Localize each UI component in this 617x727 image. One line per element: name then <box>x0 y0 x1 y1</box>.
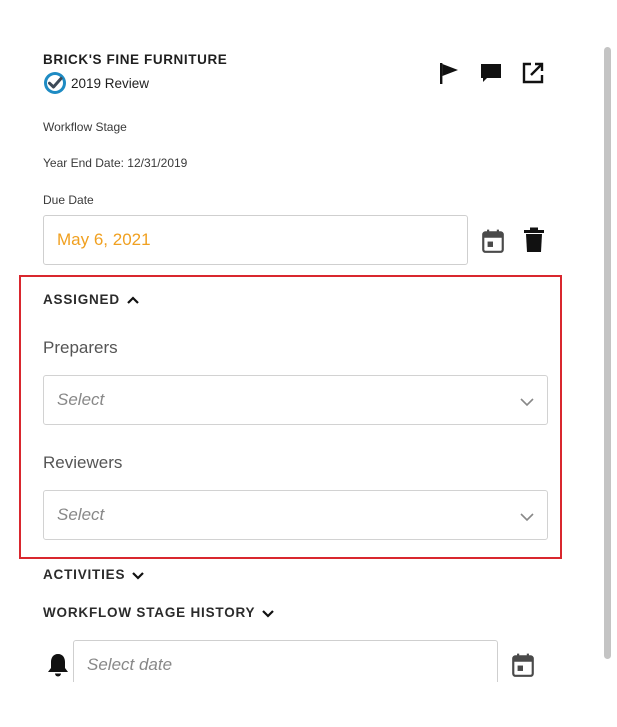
assigned-heading: ASSIGNED <box>43 292 120 307</box>
calendar-icon[interactable] <box>510 652 536 678</box>
engagement-details-panel: BRICK'S FINE FURNITURE 2019 Review Workf… <box>0 0 617 727</box>
activities-toggle[interactable]: ACTIVITIES <box>43 567 145 582</box>
company-name: BRICK'S FINE FURNITURE <box>43 52 228 67</box>
check-badge-icon <box>44 72 66 94</box>
chevron-down-icon <box>262 609 275 618</box>
bell-icon[interactable] <box>46 652 70 678</box>
workflow-history-toggle[interactable]: WORKFLOW STAGE HISTORY <box>43 605 275 620</box>
trash-icon[interactable] <box>522 227 546 253</box>
review-label: 2019 Review <box>71 75 150 91</box>
chevron-down-icon <box>520 398 534 407</box>
assigned-toggle[interactable]: ASSIGNED <box>43 292 140 307</box>
chevron-up-icon <box>127 295 139 304</box>
due-date-value: May 6, 2021 <box>57 230 151 249</box>
preparers-select[interactable]: Select <box>43 375 548 425</box>
chevron-down-icon <box>132 571 145 580</box>
calendar-icon[interactable] <box>480 228 506 254</box>
scrollbar-thumb[interactable] <box>604 47 611 659</box>
review-row: 2019 Review <box>43 71 149 95</box>
reviewers-select[interactable]: Select <box>43 490 548 540</box>
reviewers-label: Reviewers <box>43 453 123 472</box>
year-end-date: Year End Date: 12/31/2019 <box>43 156 188 170</box>
flag-icon[interactable] <box>436 60 462 86</box>
activities-heading: ACTIVITIES <box>43 567 126 582</box>
preparers-label: Preparers <box>43 338 118 357</box>
reminder-date-placeholder: Select date <box>87 655 173 674</box>
due-date-label: Due Date <box>43 193 94 207</box>
due-date-input[interactable]: May 6, 2021 <box>43 215 468 265</box>
external-link-icon[interactable] <box>520 60 546 86</box>
reviewers-placeholder: Select <box>57 505 105 524</box>
comment-icon[interactable] <box>478 60 504 86</box>
chevron-down-icon <box>520 513 534 522</box>
workflow-stage-label: Workflow Stage <box>43 120 127 134</box>
workflow-history-heading: WORKFLOW STAGE HISTORY <box>43 605 256 620</box>
header-actions <box>436 60 546 86</box>
preparers-placeholder: Select <box>57 390 105 409</box>
panel-bottom-clip <box>0 682 600 727</box>
